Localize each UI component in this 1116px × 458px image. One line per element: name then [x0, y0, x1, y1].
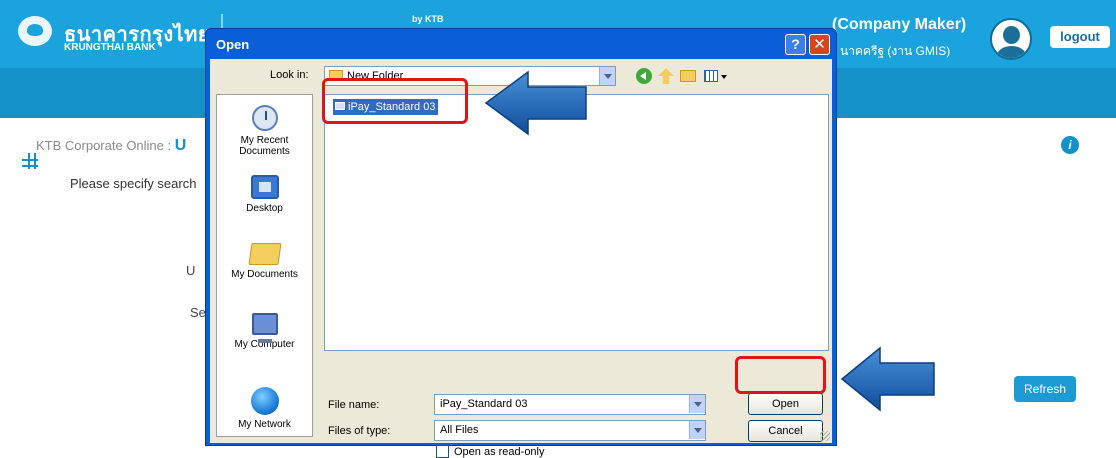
pointer-arrow-icon	[484, 70, 587, 136]
place-label: Desktop	[246, 203, 283, 214]
places-bar: My Recent Documents Desktop My Documents…	[216, 94, 313, 437]
logout-button[interactable]: logout	[1050, 26, 1110, 48]
read-only-label: Open as read-only	[454, 446, 545, 458]
place-recent-documents[interactable]: My Recent Documents	[217, 105, 312, 157]
timeout-text: Time out :14 minutes 37 seconds	[933, 162, 1110, 176]
avatar[interactable]	[990, 18, 1032, 60]
file-name-value: iPay_Standard 03	[440, 398, 528, 410]
resize-grip[interactable]	[820, 431, 830, 441]
read-only-option[interactable]: Open as read-only	[436, 445, 545, 458]
my-network-icon	[250, 387, 279, 415]
dialog-title: Open	[216, 37, 250, 52]
place-my-documents[interactable]: My Documents	[217, 243, 312, 280]
home-link[interactable]: Home	[86, 157, 143, 174]
close-button[interactable]: ✕	[809, 34, 830, 55]
breadcrumb: KTB Corporate Online : U	[36, 137, 186, 155]
place-my-computer[interactable]: My Computer	[217, 313, 312, 350]
look-in-label: Look in:	[270, 69, 309, 81]
place-label: My Documents	[231, 269, 298, 280]
file-name-field[interactable]: iPay_Standard 03	[434, 394, 706, 415]
field-label-fragment: Se	[190, 305, 206, 320]
my-documents-icon	[247, 243, 282, 265]
pointer-arrow-icon	[840, 346, 935, 412]
up-folder-icon[interactable]	[658, 68, 674, 84]
highlight-file-box	[322, 78, 468, 124]
user-name: นาคครีฐ (งาน GMIS)	[840, 44, 951, 58]
chevron-down-icon[interactable]	[599, 67, 615, 85]
highlight-open-box	[735, 356, 826, 394]
info-icon[interactable]: i	[1061, 136, 1079, 154]
file-type-dropdown[interactable]: All Files	[434, 420, 706, 441]
bank-logo-icon	[18, 16, 52, 46]
place-label: My Recent Documents	[239, 135, 290, 157]
desktop-icon	[250, 175, 279, 199]
user-role: (Company Maker)	[832, 16, 967, 33]
chevron-down-icon[interactable]	[689, 395, 705, 413]
menu-icon[interactable]	[181, 158, 195, 170]
cancel-button[interactable]: Cancel	[748, 420, 823, 442]
place-label: My Network	[238, 419, 291, 430]
read-only-checkbox[interactable]	[436, 445, 449, 458]
new-folder-icon[interactable]	[680, 70, 696, 82]
file-type-label: Files of type:	[328, 425, 391, 437]
by-ktb-label: by KTB	[412, 14, 444, 24]
search-instructions: Please specify search	[70, 176, 197, 191]
file-type-value: All Files	[440, 424, 479, 436]
bank-name-eng: KRUNGTHAI BANK	[64, 42, 156, 53]
home-icon	[86, 161, 100, 174]
breadcrumb-prefix: KTB Corporate Online :	[36, 138, 175, 153]
my-computer-icon	[251, 313, 278, 343]
home-label: Home	[106, 157, 144, 173]
open-button[interactable]: Open	[748, 393, 823, 415]
help-button[interactable]: ?	[785, 34, 806, 55]
place-desktop[interactable]: Desktop	[217, 175, 312, 214]
recent-documents-icon	[251, 105, 278, 131]
file-name-label: File name:	[328, 399, 380, 411]
refresh-button[interactable]: Refresh	[1014, 376, 1076, 402]
place-my-network[interactable]: My Network	[217, 387, 312, 430]
breadcrumb-current: U	[174, 137, 187, 154]
chevron-down-icon[interactable]	[689, 421, 705, 439]
back-icon[interactable]	[636, 68, 652, 84]
view-menu-icon[interactable]	[704, 68, 728, 84]
field-label-fragment: U	[186, 263, 196, 278]
